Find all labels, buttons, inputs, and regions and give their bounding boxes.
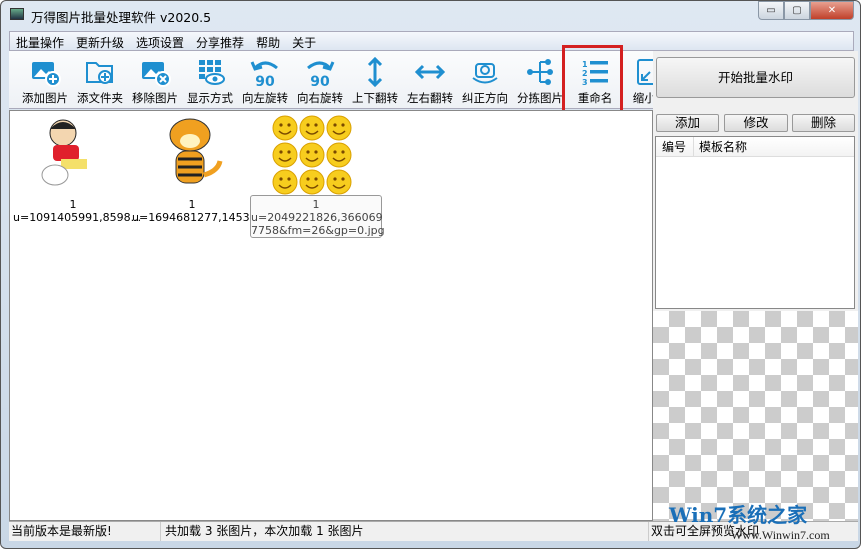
menu-help[interactable]: 帮助 [250, 32, 286, 50]
image-name: u=1091405991,8598... [13, 211, 142, 224]
toolbar: 添加图片 添文件夹 移除图片 显示方式 90 向左旋转 90 向右旋转 上下翻转 左右翻转 纠正方向… [9, 51, 654, 109]
watermark-panel: 开始批量水印 添加 修改 删除 编号 模板名称 [653, 51, 858, 521]
watermark-preview[interactable] [653, 311, 858, 521]
toolbar-label: 向右旋转 [297, 91, 343, 105]
add-template-button[interactable]: 添加 [656, 114, 719, 132]
tooltip-index: 1 [312, 198, 320, 211]
maximize-button[interactable]: ▢ [784, 1, 810, 20]
delete-template-button[interactable]: 删除 [792, 114, 855, 132]
template-list[interactable]: 编号 模板名称 [655, 136, 855, 309]
toolbar-label: 显示方式 [187, 91, 233, 105]
toolbar-button-5[interactable]: 90 向右旋转 [293, 54, 347, 108]
toolbar-label: 左右翻转 [407, 91, 453, 105]
tooltip-line1: u=2049221826,366069 [251, 211, 383, 224]
toolbar-label: 添加图片 [22, 91, 68, 105]
highlight-box [562, 45, 623, 114]
svg-text:90: 90 [255, 74, 275, 88]
image-list[interactable]: 1 u=1091405991,8598... 1 u=1694681277,14… [9, 110, 653, 521]
toolbar-label: 上下翻转 [352, 91, 398, 105]
watermark-logo: Win7系统之家 [669, 503, 808, 527]
minimize-button[interactable]: ▭ [758, 1, 784, 20]
sort-images-icon [527, 59, 553, 85]
close-button[interactable]: ✕ [810, 1, 854, 20]
menu-bar: 批量操作 更新升级 选项设置 分享推荐 帮助 关于 [9, 31, 854, 51]
correct-orientation-icon [472, 63, 498, 84]
menu-about[interactable]: 关于 [286, 32, 322, 50]
thumbnail-tiger [169, 118, 223, 184]
rotate-right-90-icon: 90 [307, 61, 335, 88]
toolbar-button-3[interactable]: 显示方式 [183, 54, 237, 108]
app-window: 万得图片批量处理软件 v2020.5 ▭ ▢ ✕ 批量操作 更新升级 选项设置 … [0, 0, 861, 549]
rotate-left-90-icon: 90 [250, 61, 278, 88]
edit-template-button[interactable]: 修改 [724, 114, 788, 132]
toolbar-label: 分拣图片 [517, 91, 563, 105]
toolbar-button-7[interactable]: 左右翻转 [403, 54, 457, 108]
title-bar: 万得图片批量处理软件 v2020.5 ▭ ▢ ✕ [1, 1, 860, 29]
toolbar-button-11[interactable]: 缩小图 [623, 54, 654, 108]
toolbar-label: 添文件夹 [77, 91, 123, 105]
thumbnail-emoji-grid [272, 115, 352, 195]
status-loaded: 共加载 3 张图片，本次加载 1 张图片 [161, 522, 649, 541]
display-mode-icon [199, 60, 225, 85]
flip-vertical-icon [367, 56, 383, 88]
filename-tooltip: 1 u=2049221826,366069 7758&fm=26&gp=0.jp… [250, 195, 385, 238]
image-name: u=1694681277,1453... [132, 211, 261, 224]
image-item[interactable]: 1 u=1091405991,8598... [13, 111, 142, 224]
tooltip-line2: 7758&fm=26&gp=0.jpg [251, 224, 385, 237]
toolbar-button-8[interactable]: 纠正方向 [458, 54, 512, 108]
image-index: 1 [188, 198, 196, 211]
toolbar-button-0[interactable]: 添加图片 [18, 54, 72, 108]
menu-batch[interactable]: 批量操作 [10, 32, 70, 50]
toolbar-label: 缩小图 [632, 91, 654, 105]
thumbnail-crayon-shinchan [41, 119, 87, 186]
flip-horizontal-icon [414, 64, 446, 80]
image-item[interactable] [252, 111, 372, 198]
watermark-url: Www.Winwin7.com [731, 528, 830, 542]
add-folder-icon [86, 62, 113, 84]
menu-share[interactable]: 分享推荐 [190, 32, 250, 50]
toolbar-button-1[interactable]: 添文件夹 [73, 54, 127, 108]
column-header-id[interactable]: 编号 [656, 137, 694, 156]
toolbar-button-6[interactable]: 上下翻转 [348, 54, 402, 108]
toolbar-label: 移除图片 [132, 91, 178, 105]
window-title: 万得图片批量处理软件 v2020.5 [31, 10, 212, 25]
image-index: 1 [69, 198, 77, 211]
menu-update[interactable]: 更新升级 [70, 32, 130, 50]
add-image-icon [32, 62, 61, 87]
svg-text:90: 90 [310, 74, 330, 88]
menu-options[interactable]: 选项设置 [130, 32, 190, 50]
start-batch-watermark-button[interactable]: 开始批量水印 [656, 57, 855, 98]
toolbar-button-2[interactable]: 移除图片 [128, 54, 182, 108]
toolbar-button-9[interactable]: 分拣图片 [513, 54, 567, 108]
shrink-image-icon [637, 59, 654, 85]
toolbar-button-4[interactable]: 90 向左旋转 [238, 54, 292, 108]
column-header-name[interactable]: 模板名称 [694, 137, 747, 156]
app-icon [10, 8, 24, 20]
status-version: 当前版本是最新版! [9, 522, 161, 541]
remove-image-icon [142, 62, 171, 87]
toolbar-label: 纠正方向 [462, 91, 508, 105]
toolbar-label: 向左旋转 [242, 91, 288, 105]
image-item[interactable]: 1 u=1694681277,1453... [132, 111, 261, 224]
